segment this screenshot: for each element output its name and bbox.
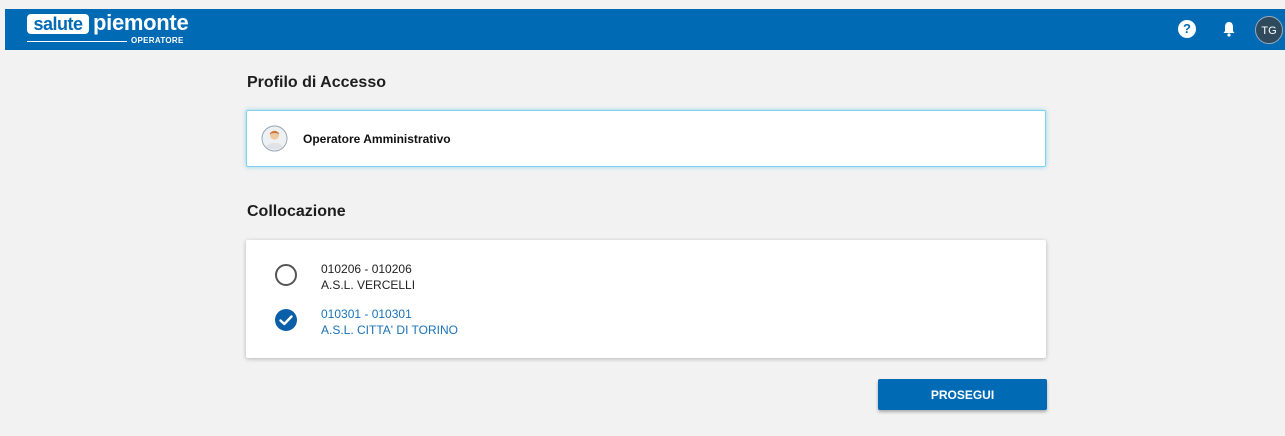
collocazione-title: Collocazione: [247, 203, 346, 220]
prosegui-button[interactable]: PROSEGUI: [878, 379, 1047, 410]
person-avatar-icon: [261, 125, 288, 152]
profile-card[interactable]: Operatore Amministrativo: [246, 110, 1046, 167]
profile-label: Operatore Amministrativo: [303, 132, 451, 146]
salute-piemonte-logo[interactable]: salute piemonte OPERATORE: [27, 10, 207, 47]
collocazione-option[interactable]: 010301 - 010301 A.S.L. CITTA' DI TORINO: [274, 306, 874, 342]
radio-checked-icon[interactable]: [274, 308, 298, 332]
collocazione-card: 010206 - 010206 A.S.L. VERCELLI 010301 -…: [246, 240, 1046, 358]
profilo-title: Profilo di Accesso: [247, 74, 386, 91]
bell-icon[interactable]: [1220, 20, 1238, 38]
logo-piemonte-text: piemonte: [93, 10, 189, 35]
user-avatar[interactable]: TG: [1255, 16, 1283, 44]
option-name: A.S.L. CITTA' DI TORINO: [321, 323, 458, 337]
help-icon[interactable]: ?: [1178, 20, 1196, 38]
logo-salute-box: salute: [27, 14, 89, 34]
top-bar: salute piemonte OPERATORE ? TG: [5, 9, 1285, 50]
option-code: 010206 - 010206: [321, 262, 412, 276]
option-code: 010301 - 010301: [321, 307, 412, 321]
radio-unchecked-icon[interactable]: [274, 263, 298, 287]
logo-underline: [27, 41, 127, 42]
logo-operatore-text: OPERATORE: [131, 36, 184, 45]
option-name: A.S.L. VERCELLI: [321, 278, 416, 292]
collocazione-option[interactable]: 010206 - 010206 A.S.L. VERCELLI: [274, 261, 874, 297]
